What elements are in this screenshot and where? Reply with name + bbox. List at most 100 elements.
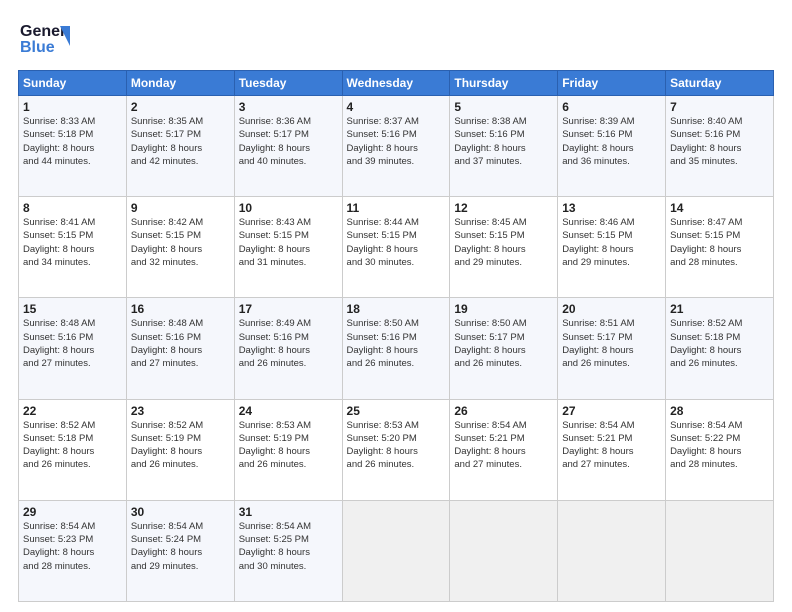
col-header-monday: Monday — [126, 71, 234, 96]
calendar-cell: 24Sunrise: 8:53 AM Sunset: 5:19 PM Dayli… — [234, 399, 342, 500]
col-header-friday: Friday — [558, 71, 666, 96]
calendar-cell — [450, 500, 558, 601]
calendar-week-2: 8Sunrise: 8:41 AM Sunset: 5:15 PM Daylig… — [19, 197, 774, 298]
day-info: Sunrise: 8:47 AM Sunset: 5:15 PM Dayligh… — [670, 216, 769, 269]
day-info: Sunrise: 8:33 AM Sunset: 5:18 PM Dayligh… — [23, 115, 122, 168]
calendar-cell: 31Sunrise: 8:54 AM Sunset: 5:25 PM Dayli… — [234, 500, 342, 601]
page: General Blue SundayMondayTuesdayWednesda… — [0, 0, 792, 612]
col-header-wednesday: Wednesday — [342, 71, 450, 96]
logo: General Blue — [18, 18, 70, 62]
calendar-week-4: 22Sunrise: 8:52 AM Sunset: 5:18 PM Dayli… — [19, 399, 774, 500]
day-info: Sunrise: 8:52 AM Sunset: 5:18 PM Dayligh… — [23, 419, 122, 472]
calendar-cell — [342, 500, 450, 601]
calendar-cell: 23Sunrise: 8:52 AM Sunset: 5:19 PM Dayli… — [126, 399, 234, 500]
day-info: Sunrise: 8:43 AM Sunset: 5:15 PM Dayligh… — [239, 216, 338, 269]
calendar-cell: 28Sunrise: 8:54 AM Sunset: 5:22 PM Dayli… — [666, 399, 774, 500]
col-header-sunday: Sunday — [19, 71, 127, 96]
col-header-saturday: Saturday — [666, 71, 774, 96]
calendar-week-1: 1Sunrise: 8:33 AM Sunset: 5:18 PM Daylig… — [19, 96, 774, 197]
day-number: 23 — [131, 404, 230, 418]
logo-icon: General Blue — [18, 18, 70, 62]
day-info: Sunrise: 8:44 AM Sunset: 5:15 PM Dayligh… — [347, 216, 446, 269]
day-info: Sunrise: 8:41 AM Sunset: 5:15 PM Dayligh… — [23, 216, 122, 269]
calendar-week-5: 29Sunrise: 8:54 AM Sunset: 5:23 PM Dayli… — [19, 500, 774, 601]
calendar-cell: 10Sunrise: 8:43 AM Sunset: 5:15 PM Dayli… — [234, 197, 342, 298]
calendar-header-row: SundayMondayTuesdayWednesdayThursdayFrid… — [19, 71, 774, 96]
day-number: 5 — [454, 100, 553, 114]
day-info: Sunrise: 8:54 AM Sunset: 5:21 PM Dayligh… — [562, 419, 661, 472]
calendar-cell: 17Sunrise: 8:49 AM Sunset: 5:16 PM Dayli… — [234, 298, 342, 399]
day-info: Sunrise: 8:52 AM Sunset: 5:18 PM Dayligh… — [670, 317, 769, 370]
day-number: 15 — [23, 302, 122, 316]
day-info: Sunrise: 8:50 AM Sunset: 5:17 PM Dayligh… — [454, 317, 553, 370]
day-number: 9 — [131, 201, 230, 215]
calendar-cell: 21Sunrise: 8:52 AM Sunset: 5:18 PM Dayli… — [666, 298, 774, 399]
day-number: 27 — [562, 404, 661, 418]
day-info: Sunrise: 8:37 AM Sunset: 5:16 PM Dayligh… — [347, 115, 446, 168]
calendar-cell: 7Sunrise: 8:40 AM Sunset: 5:16 PM Daylig… — [666, 96, 774, 197]
day-info: Sunrise: 8:45 AM Sunset: 5:15 PM Dayligh… — [454, 216, 553, 269]
day-number: 7 — [670, 100, 769, 114]
calendar-cell: 9Sunrise: 8:42 AM Sunset: 5:15 PM Daylig… — [126, 197, 234, 298]
day-number: 12 — [454, 201, 553, 215]
day-number: 28 — [670, 404, 769, 418]
day-info: Sunrise: 8:52 AM Sunset: 5:19 PM Dayligh… — [131, 419, 230, 472]
day-number: 18 — [347, 302, 446, 316]
calendar-cell: 13Sunrise: 8:46 AM Sunset: 5:15 PM Dayli… — [558, 197, 666, 298]
header: General Blue — [18, 18, 774, 62]
calendar-table: SundayMondayTuesdayWednesdayThursdayFrid… — [18, 70, 774, 602]
day-number: 20 — [562, 302, 661, 316]
calendar-cell: 30Sunrise: 8:54 AM Sunset: 5:24 PM Dayli… — [126, 500, 234, 601]
day-number: 16 — [131, 302, 230, 316]
day-info: Sunrise: 8:38 AM Sunset: 5:16 PM Dayligh… — [454, 115, 553, 168]
day-info: Sunrise: 8:53 AM Sunset: 5:20 PM Dayligh… — [347, 419, 446, 472]
day-number: 31 — [239, 505, 338, 519]
day-info: Sunrise: 8:54 AM Sunset: 5:25 PM Dayligh… — [239, 520, 338, 573]
day-info: Sunrise: 8:36 AM Sunset: 5:17 PM Dayligh… — [239, 115, 338, 168]
calendar-cell: 12Sunrise: 8:45 AM Sunset: 5:15 PM Dayli… — [450, 197, 558, 298]
col-header-tuesday: Tuesday — [234, 71, 342, 96]
calendar-cell: 3Sunrise: 8:36 AM Sunset: 5:17 PM Daylig… — [234, 96, 342, 197]
day-number: 22 — [23, 404, 122, 418]
day-info: Sunrise: 8:48 AM Sunset: 5:16 PM Dayligh… — [131, 317, 230, 370]
svg-text:General: General — [20, 23, 70, 40]
calendar-cell: 22Sunrise: 8:52 AM Sunset: 5:18 PM Dayli… — [19, 399, 127, 500]
calendar-cell: 11Sunrise: 8:44 AM Sunset: 5:15 PM Dayli… — [342, 197, 450, 298]
calendar-cell: 15Sunrise: 8:48 AM Sunset: 5:16 PM Dayli… — [19, 298, 127, 399]
calendar-cell — [666, 500, 774, 601]
day-info: Sunrise: 8:54 AM Sunset: 5:22 PM Dayligh… — [670, 419, 769, 472]
calendar-cell: 4Sunrise: 8:37 AM Sunset: 5:16 PM Daylig… — [342, 96, 450, 197]
calendar-cell: 27Sunrise: 8:54 AM Sunset: 5:21 PM Dayli… — [558, 399, 666, 500]
day-number: 14 — [670, 201, 769, 215]
day-number: 1 — [23, 100, 122, 114]
day-number: 19 — [454, 302, 553, 316]
calendar-cell: 1Sunrise: 8:33 AM Sunset: 5:18 PM Daylig… — [19, 96, 127, 197]
day-number: 21 — [670, 302, 769, 316]
calendar-cell: 8Sunrise: 8:41 AM Sunset: 5:15 PM Daylig… — [19, 197, 127, 298]
day-number: 29 — [23, 505, 122, 519]
calendar-week-3: 15Sunrise: 8:48 AM Sunset: 5:16 PM Dayli… — [19, 298, 774, 399]
svg-text:Blue: Blue — [20, 39, 55, 56]
day-info: Sunrise: 8:48 AM Sunset: 5:16 PM Dayligh… — [23, 317, 122, 370]
day-number: 11 — [347, 201, 446, 215]
calendar-cell: 25Sunrise: 8:53 AM Sunset: 5:20 PM Dayli… — [342, 399, 450, 500]
day-number: 30 — [131, 505, 230, 519]
day-number: 10 — [239, 201, 338, 215]
day-number: 17 — [239, 302, 338, 316]
col-header-thursday: Thursday — [450, 71, 558, 96]
calendar-cell: 5Sunrise: 8:38 AM Sunset: 5:16 PM Daylig… — [450, 96, 558, 197]
calendar-cell: 19Sunrise: 8:50 AM Sunset: 5:17 PM Dayli… — [450, 298, 558, 399]
calendar-cell: 18Sunrise: 8:50 AM Sunset: 5:16 PM Dayli… — [342, 298, 450, 399]
calendar-cell: 20Sunrise: 8:51 AM Sunset: 5:17 PM Dayli… — [558, 298, 666, 399]
calendar-cell: 26Sunrise: 8:54 AM Sunset: 5:21 PM Dayli… — [450, 399, 558, 500]
day-info: Sunrise: 8:49 AM Sunset: 5:16 PM Dayligh… — [239, 317, 338, 370]
calendar-cell: 2Sunrise: 8:35 AM Sunset: 5:17 PM Daylig… — [126, 96, 234, 197]
day-info: Sunrise: 8:53 AM Sunset: 5:19 PM Dayligh… — [239, 419, 338, 472]
day-info: Sunrise: 8:54 AM Sunset: 5:23 PM Dayligh… — [23, 520, 122, 573]
calendar-cell: 14Sunrise: 8:47 AM Sunset: 5:15 PM Dayli… — [666, 197, 774, 298]
day-number: 3 — [239, 100, 338, 114]
day-number: 25 — [347, 404, 446, 418]
day-number: 4 — [347, 100, 446, 114]
calendar-cell: 6Sunrise: 8:39 AM Sunset: 5:16 PM Daylig… — [558, 96, 666, 197]
calendar-cell — [558, 500, 666, 601]
